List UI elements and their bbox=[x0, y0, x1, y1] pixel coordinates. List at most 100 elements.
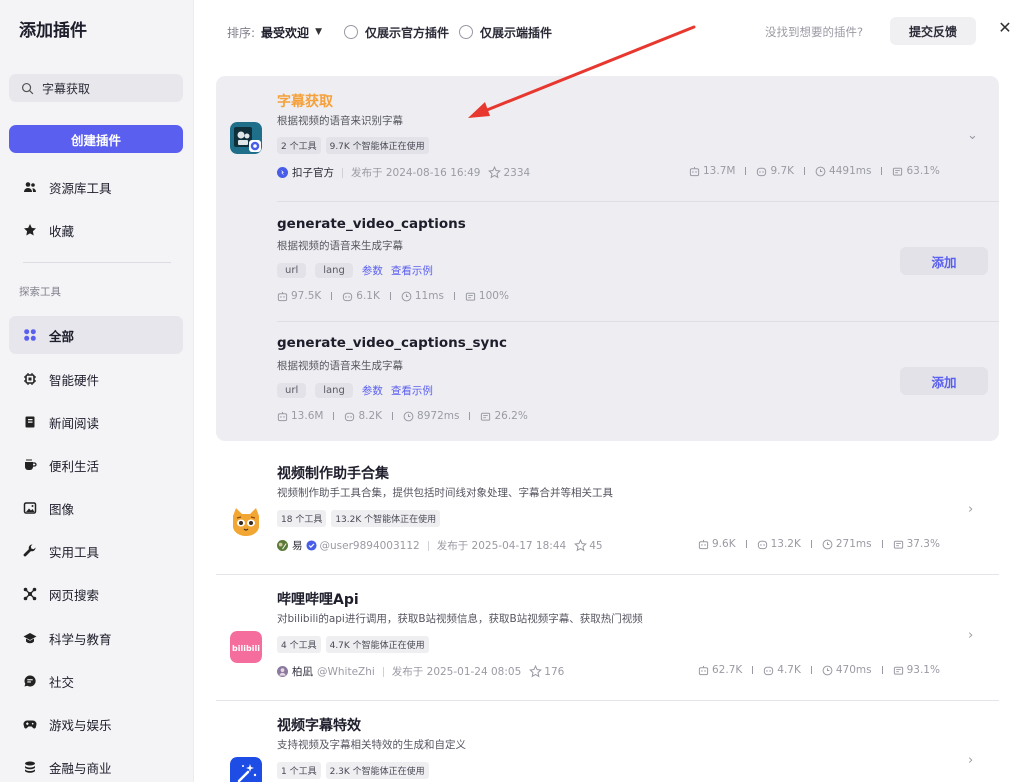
sort-dropdown[interactable]: 最受欢迎 bbox=[261, 24, 309, 41]
plugin-author[interactable]: 扣子官方 bbox=[292, 165, 334, 180]
dialog-title: 添加插件 bbox=[19, 21, 87, 41]
sidebar-item-games[interactable]: 游戏与娱乐 bbox=[9, 705, 183, 743]
stat-latency: 8972ms bbox=[417, 410, 460, 422]
plugin-card-expanded[interactable]: 字幕获取 根据视频的语音来识别字幕 2 个工具 9.7K 个智能体正在使用 扣子… bbox=[216, 76, 999, 441]
plugin-title[interactable]: 视频制作助手合集 bbox=[277, 463, 389, 483]
clock-icon bbox=[401, 291, 412, 301]
stat-agents: 9.7K bbox=[770, 165, 795, 177]
view-example-link[interactable]: 查看示例 bbox=[391, 383, 433, 398]
stat-calls: 13.7M bbox=[703, 165, 736, 177]
tool-count-tag: 18 个工具 bbox=[277, 510, 327, 527]
sidebar-item-favorites[interactable]: 收藏 bbox=[9, 211, 183, 249]
usage-count-tag: 13.2K 个智能体正在使用 bbox=[331, 510, 441, 527]
plugin-card[interactable]: bilibili 哔哩哔哩Api 对bilibili的api进行调用，获取B站视… bbox=[216, 575, 999, 700]
wrench-icon bbox=[23, 544, 37, 558]
not-found-hint: 没找到想要的插件? bbox=[765, 25, 864, 39]
tool-stats: 97.5K 6.1K 11ms 100% bbox=[277, 290, 509, 302]
plugin-description: 根据视频的语音来识别字幕 bbox=[277, 115, 403, 127]
sidebar-item-all[interactable]: 全部 bbox=[9, 316, 183, 354]
plugin-description: 支持视频及字幕相关特效的生成和自定义 bbox=[277, 739, 466, 751]
view-example-link[interactable]: 查看示例 bbox=[391, 263, 433, 278]
success-rate-icon bbox=[893, 666, 903, 675]
favorite-icon[interactable] bbox=[529, 665, 543, 678]
add-tool-button[interactable]: 添加 bbox=[900, 247, 988, 275]
tool-name: generate_video_captions bbox=[277, 216, 466, 232]
sidebar-item-label: 智能硬件 bbox=[49, 372, 100, 388]
clock-icon bbox=[403, 411, 414, 421]
search-input[interactable] bbox=[42, 81, 172, 95]
graduation-cap-icon bbox=[23, 631, 37, 645]
submit-feedback-button[interactable]: 提交反馈 bbox=[890, 17, 976, 45]
agent-icon bbox=[757, 540, 767, 549]
plugin-card[interactable]: 视频制作助手合集 视频制作助手工具合集，提供包括时间线对象处理、字幕合并等相关工… bbox=[216, 450, 999, 575]
chevron-down-icon[interactable]: ▼ bbox=[315, 27, 322, 37]
svg-text:bilibili: bilibili bbox=[232, 644, 260, 653]
sidebar-item-finance[interactable]: 金融与商业 bbox=[9, 748, 183, 782]
client-only-label[interactable]: 仅展示端插件 bbox=[480, 24, 552, 41]
stat-latency: 271ms bbox=[835, 538, 872, 550]
usage-count-tag: 4.7K 个智能体正在使用 bbox=[325, 636, 429, 653]
separator bbox=[427, 540, 429, 551]
favorite-icon[interactable] bbox=[574, 539, 588, 552]
sidebar-item-library-tools[interactable]: 资源库工具 bbox=[9, 168, 183, 206]
tool-count-tag: 2 个工具 bbox=[277, 137, 321, 154]
sidebar-item-label: 金融与商业 bbox=[49, 760, 112, 776]
favorite-icon[interactable] bbox=[488, 166, 502, 179]
param-tag: lang bbox=[315, 383, 353, 398]
stat-success-rate: 100% bbox=[478, 290, 509, 302]
sidebar-item-utilities[interactable]: 实用工具 bbox=[9, 532, 183, 570]
usage-count-tag: 2.3K 个智能体正在使用 bbox=[325, 762, 429, 779]
separator bbox=[342, 167, 343, 178]
bot-icon bbox=[689, 166, 700, 176]
chevron-right-icon[interactable]: › bbox=[968, 628, 973, 643]
sidebar-item-label: 游戏与娱乐 bbox=[49, 717, 112, 733]
success-rate-icon bbox=[465, 292, 476, 301]
close-icon[interactable]: ✕ bbox=[997, 17, 1013, 37]
official-only-radio[interactable] bbox=[343, 25, 358, 39]
tool-count-tag: 4 个工具 bbox=[277, 636, 321, 653]
add-tool-button[interactable]: 添加 bbox=[900, 367, 988, 395]
plugin-avatar-icon bbox=[230, 122, 262, 154]
plugin-tags: 18 个工具 13.2K 个智能体正在使用 bbox=[277, 510, 445, 527]
sidebar-item-science-education[interactable]: 科学与教育 bbox=[9, 619, 183, 657]
star-icon bbox=[23, 223, 37, 237]
plugin-author[interactable]: 易 bbox=[292, 538, 303, 553]
plugin-card[interactable]: 视频字幕特效 支持视频及字幕相关特效的生成和自定义 1 个工具 2.3K 个智能… bbox=[216, 701, 999, 782]
plugin-author[interactable]: 柏凪 bbox=[292, 664, 313, 679]
sidebar-item-label: 图像 bbox=[49, 501, 75, 517]
sidebar-item-social[interactable]: 社交 bbox=[9, 662, 183, 700]
sidebar-item-image[interactable]: 图像 bbox=[9, 489, 183, 527]
sidebar-item-life[interactable]: 便利生活 bbox=[9, 446, 183, 484]
create-plugin-button[interactable]: 创建插件 bbox=[9, 125, 183, 153]
chevron-down-icon[interactable]: ⌄ bbox=[967, 128, 978, 143]
params-link[interactable]: 参数 bbox=[362, 383, 383, 398]
official-only-label[interactable]: 仅展示官方插件 bbox=[365, 24, 449, 41]
separator bbox=[382, 666, 384, 677]
search-box[interactable] bbox=[9, 74, 183, 102]
grid-icon bbox=[23, 328, 37, 342]
publish-date: 发布于 2024-08-16 16:49 bbox=[351, 167, 481, 179]
plugin-title[interactable]: 哔哩哔哩Api bbox=[277, 589, 359, 609]
client-only-radio[interactable] bbox=[459, 25, 473, 39]
stat-success-rate: 26.2% bbox=[494, 410, 528, 422]
plugin-title[interactable]: 字幕获取 bbox=[277, 91, 333, 111]
stat-latency: 4491ms bbox=[829, 165, 872, 177]
tool-description: 根据视频的语音来生成字幕 bbox=[277, 360, 403, 372]
params-link[interactable]: 参数 bbox=[362, 263, 383, 278]
sidebar-item-news[interactable]: 新闻阅读 bbox=[9, 403, 183, 441]
tool-divider bbox=[277, 201, 999, 202]
sidebar-item-smart-hardware[interactable]: 智能硬件 bbox=[9, 360, 183, 398]
agent-icon bbox=[764, 666, 774, 675]
plugin-title[interactable]: 视频字幕特效 bbox=[277, 715, 361, 735]
section-heading: 探索工具 bbox=[19, 286, 61, 298]
cup-icon bbox=[23, 458, 37, 472]
users-icon bbox=[23, 180, 37, 194]
chevron-right-icon[interactable]: › bbox=[968, 753, 973, 768]
plugin-description: 视频制作助手工具合集，提供包括时间线对象处理、字幕合并等相关工具 bbox=[277, 487, 613, 499]
stat-success-rate: 93.1% bbox=[906, 664, 940, 676]
coins-icon bbox=[23, 760, 37, 774]
sidebar-item-web-search[interactable]: 网页搜索 bbox=[9, 575, 183, 613]
chevron-right-icon[interactable]: › bbox=[968, 502, 973, 517]
stat-calls: 62.7K bbox=[712, 664, 743, 676]
plugin-meta: 扣子官方 发布于 2024-08-16 16:49 2334 bbox=[277, 165, 530, 180]
